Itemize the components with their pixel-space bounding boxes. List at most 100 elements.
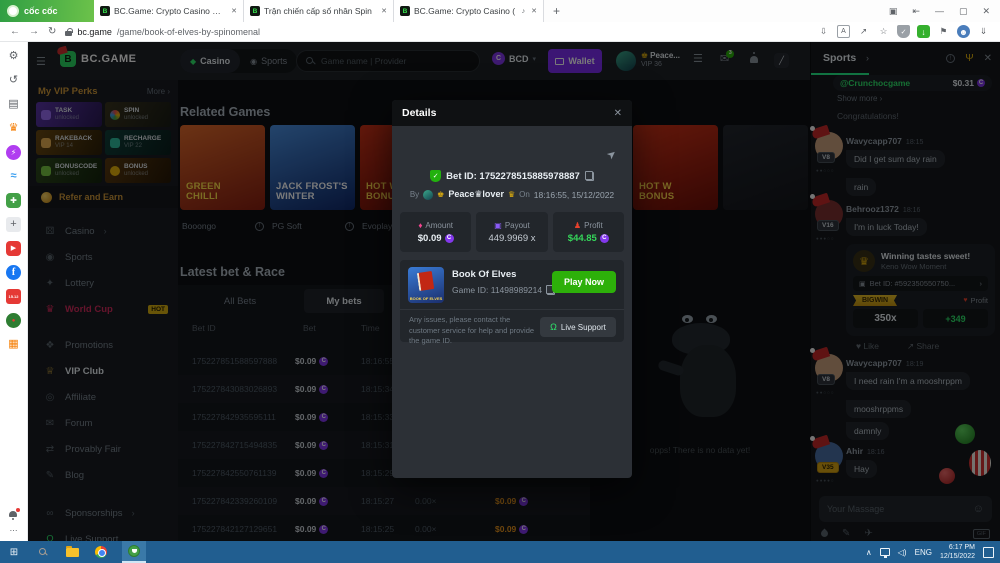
- game-id: Game ID: 11498989214: [452, 285, 556, 295]
- tab-title: Trận chiến cấp số nhân Spin: [264, 6, 372, 16]
- tab-title: BC.Game: Crypto Casino Gan: [114, 6, 226, 16]
- facebook-icon[interactable]: f: [6, 265, 21, 280]
- reading-list-icon[interactable]: ▤: [6, 97, 21, 112]
- promo-bell-icon[interactable]: ⚑: [937, 25, 950, 38]
- brand-label: cốc cốc: [24, 6, 58, 16]
- downloads-tray-icon[interactable]: ⇓: [977, 25, 990, 38]
- browser-side-icons: ⚙ ↺ ▤ ♛ ⚡ ≈ ✚ + ▶ f 15.12 ● ▦: [6, 49, 21, 352]
- bet-details-modal: Details ✕ ➤ Bet ID: 1752278515885978887 …: [392, 100, 632, 478]
- forward-icon[interactable]: →: [29, 26, 39, 37]
- notifications-bell-icon[interactable]: [8, 508, 20, 520]
- bookmark-star-icon[interactable]: ☆: [877, 25, 890, 38]
- history-icon[interactable]: ↺: [6, 73, 21, 88]
- coccoc-taskbar-icon[interactable]: [122, 541, 146, 563]
- more-tools-icon[interactable]: ⋯: [10, 526, 18, 535]
- share-arrow-icon[interactable]: ➤: [604, 147, 619, 162]
- coccoc-brand-button[interactable]: cốc cốc: [0, 0, 94, 22]
- url-field[interactable]: bc.game/game/book-of-elves-by-spinomenal: [65, 27, 260, 37]
- news-feed-icon[interactable]: ≈: [6, 169, 21, 184]
- crown-icon: ♚: [437, 190, 445, 199]
- file-explorer-icon[interactable]: [64, 544, 80, 560]
- game-center-icon[interactable]: ✚: [6, 193, 21, 208]
- tab-close-icon[interactable]: ✕: [379, 7, 387, 15]
- start-button[interactable]: ⊞: [6, 544, 22, 560]
- tab-close-icon[interactable]: ✕: [529, 7, 537, 15]
- browser-side-toolbar: ⚙ ↺ ▤ ♛ ⚡ ≈ ✚ + ▶ f 15.12 ● ▦ ⋯: [0, 42, 28, 541]
- profit-icon: ♟: [573, 220, 582, 230]
- adblock-shield-icon[interactable]: ✓: [897, 25, 910, 38]
- tab-favicon: [100, 6, 110, 16]
- book-icon: [416, 271, 435, 291]
- browser-tab-strip: cốc cốc BC.Game: Crypto Casino Gan ✕ Trậ…: [0, 0, 1000, 22]
- coccoc-logo-icon: [7, 5, 19, 17]
- youtube-icon[interactable]: ▶: [6, 241, 21, 256]
- wallet-icon: ▣: [494, 220, 502, 230]
- chrome-icon[interactable]: [93, 544, 109, 560]
- download-manager-icon[interactable]: ↓: [917, 25, 930, 38]
- bet-datetime: 18:16:55, 15/12/2022: [533, 189, 615, 200]
- tab-close-icon[interactable]: ✕: [229, 7, 237, 15]
- address-bar-icons: ⇩ A ↗ ☆ ✓ ↓ ⚑ ☻ ⇓: [817, 25, 990, 38]
- holiday-ornament-icon[interactable]: ●: [6, 313, 21, 328]
- support-note: Any issues, please contact the customer …: [409, 315, 535, 345]
- browser-tabs: BC.Game: Crypto Casino Gan ✕ Trận chiến …: [94, 0, 544, 22]
- headset-icon: Ω: [550, 322, 557, 332]
- language-indicator[interactable]: ENG: [915, 548, 932, 557]
- save-page-icon[interactable]: ⇩: [817, 25, 830, 38]
- new-tab-button[interactable]: +: [544, 4, 569, 18]
- settings-icon[interactable]: ⚙: [6, 49, 21, 64]
- reload-icon[interactable]: ↻: [48, 26, 56, 37]
- minimize-icon[interactable]: —: [935, 6, 944, 17]
- tab-strip-icon[interactable]: ⇤: [912, 6, 920, 17]
- profile-avatar-icon[interactable]: ☻: [957, 25, 970, 38]
- back-icon[interactable]: ←: [10, 26, 20, 37]
- game-info-box: BOOK OF ELVES Book Of Elves Game ID: 114…: [400, 260, 624, 345]
- panel-search-icon[interactable]: ▣: [889, 6, 898, 17]
- close-icon[interactable]: ✕: [982, 6, 990, 17]
- bcd-coin-icon: [599, 233, 609, 243]
- url-host: bc.game: [77, 26, 112, 37]
- browser-tab[interactable]: Trận chiến cấp số nhân Spin ✕: [244, 0, 394, 22]
- tab-favicon: [250, 6, 260, 16]
- browser-side-bottom: ⋯: [8, 508, 20, 535]
- live-support-button[interactable]: Ω Live Support: [540, 317, 616, 337]
- calendar-icon[interactable]: 15.12: [6, 289, 21, 304]
- network-icon[interactable]: [879, 548, 890, 558]
- copy-icon[interactable]: [584, 171, 594, 181]
- taskbar-search-icon[interactable]: [35, 544, 51, 560]
- rewards-crown-icon[interactable]: ♛: [6, 121, 21, 136]
- bettor-name[interactable]: Peace♛lover: [448, 189, 504, 200]
- bcgame-page: ☰ B BC.GAME ◆ Casino ◉ Sports: [28, 42, 1000, 541]
- crown-icon: ♛: [507, 190, 516, 199]
- money-icon: ♦: [418, 220, 423, 230]
- stat-amount: ♦ Amount $0.09: [400, 212, 472, 252]
- modal-close-icon[interactable]: ✕: [614, 108, 622, 119]
- shopping-cart-icon[interactable]: ▦: [6, 337, 21, 352]
- browser-tab[interactable]: BC.Game: Crypto Casino Gan ✕: [94, 0, 244, 22]
- screen: cốc cốc BC.Game: Crypto Casino Gan ✕ Trậ…: [0, 0, 1000, 563]
- play-now-button[interactable]: Play Now: [552, 271, 616, 293]
- bet-id-text: Bet ID: 1752278515885978887: [446, 170, 580, 182]
- tab-favicon: [400, 6, 410, 16]
- verified-shield-icon: [430, 170, 442, 182]
- tab-audio-icon: ♪: [521, 7, 526, 15]
- bettor-avatar: [423, 189, 434, 200]
- browser-tab[interactable]: BC.Game: Crypto Casino ( ♪ ✕: [394, 0, 544, 22]
- tab-title: BC.Game: Crypto Casino (: [414, 6, 516, 16]
- window-controls: ▣ ⇤ — ▢ ✕: [889, 6, 1000, 17]
- game-thumbnail[interactable]: BOOK OF ELVES: [408, 267, 444, 303]
- action-center-icon[interactable]: [983, 546, 994, 558]
- volume-icon[interactable]: ◁): [898, 548, 907, 557]
- address-bar: ← → ↻ bc.game/game/book-of-elves-by-spin…: [0, 22, 1000, 42]
- messenger-icon[interactable]: ⚡: [6, 145, 21, 160]
- add-shortcut-icon[interactable]: +: [6, 217, 21, 232]
- lock-icon: [65, 27, 73, 36]
- maximize-icon[interactable]: ▢: [959, 6, 968, 17]
- bcd-coin-icon: [444, 233, 454, 243]
- translate-icon[interactable]: A: [837, 25, 850, 38]
- divider: [400, 309, 624, 310]
- taskbar-clock[interactable]: 6:17 PM 12/15/2022: [940, 543, 975, 561]
- share-icon[interactable]: ↗: [857, 25, 870, 38]
- tray-expand-icon[interactable]: ∧: [866, 548, 872, 557]
- game-title: Book Of Elves: [452, 269, 517, 280]
